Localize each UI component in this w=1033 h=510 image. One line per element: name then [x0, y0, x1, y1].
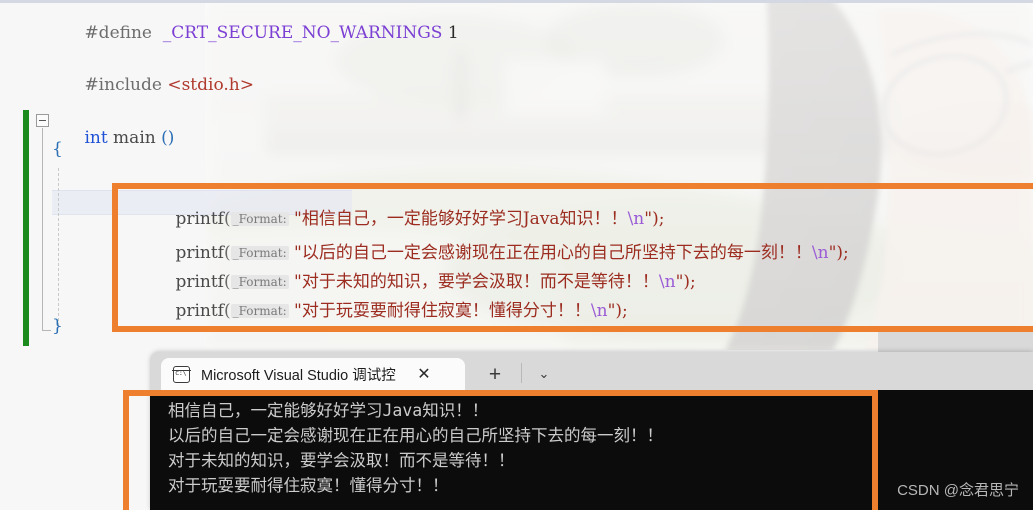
token-define-space — [152, 23, 163, 43]
printf-4-tail: "); — [607, 301, 628, 321]
printf-4-param-hint: _Format: — [230, 304, 289, 318]
printf-4-string: "对于玩耍要耐得住寂寞！懂得分寸！！ — [294, 301, 591, 321]
token-define-keyword: #define — [84, 23, 152, 43]
new-tab-icon[interactable]: + — [482, 361, 508, 387]
printf-1-string: "相信自己，一定能够好好学习Java知识！！ — [294, 209, 628, 229]
printf-4-escape: \n — [590, 301, 608, 321]
screenshot-root: #define _CRT_SECURE_NO_WARNINGS 1 #inclu… — [0, 0, 1033, 510]
console-tab-active[interactable]: Microsoft Visual Studio 调试控 ✕ — [161, 358, 465, 390]
code-line-close-brace: } — [52, 316, 63, 336]
token-macro-name: _CRT_SECURE_NO_WARNINGS — [162, 23, 443, 43]
code-line-main-signature: int main () — [52, 113, 174, 164]
console-tab-title: Microsoft Visual Studio 调试控 — [201, 367, 396, 384]
token-include-keyword: #include — [84, 75, 162, 95]
token-int-keyword: int — [84, 128, 108, 148]
tab-strip-separator — [521, 363, 522, 383]
printf-1-param-hint: _Format: — [230, 212, 289, 226]
printf-1-tail: "); — [644, 209, 665, 229]
code-line-printf-4: printf(_Format: "对于玩耍要耐得住寂寞！懂得分寸！！\n"); — [175, 301, 628, 321]
code-line-define: #define _CRT_SECURE_NO_WARNINGS 1 — [52, 8, 459, 59]
code-editor-text[interactable]: #define _CRT_SECURE_NO_WARNINGS 1 #inclu… — [0, 0, 1033, 350]
printf-4-callee: printf — [175, 301, 224, 321]
token-macro-value: 1 — [447, 23, 459, 43]
token-main-parens: () — [161, 128, 175, 148]
code-line-include: #include <stdio.h> — [52, 60, 254, 111]
close-icon[interactable]: ✕ — [413, 363, 435, 385]
console-output-area[interactable]: 相信自己，一定能够好好学习Java知识！！ 以后的自己一定会感谢现在正在用心的自… — [150, 390, 1033, 510]
console-output-line-3: 对于未知的知识，要学会汲取！而不是等待！！ — [168, 451, 515, 470]
console-output-line-4: 对于玩耍要耐得住寂寞！懂得分寸！！ — [168, 476, 449, 495]
printf-1-escape: \n — [627, 209, 645, 229]
csdn-watermark: CSDN @念君思宁 — [897, 482, 1019, 499]
token-main-name: main — [107, 128, 162, 148]
printf-3-escape: \n — [658, 272, 676, 292]
code-line-open-brace: { — [52, 139, 63, 159]
console-icon — [172, 365, 191, 383]
console-output-line-2: 以后的自己一定会感谢现在正在用心的自己所坚持下去的每一刻！！ — [168, 426, 663, 445]
chevron-down-icon[interactable]: ⌄ — [531, 361, 557, 387]
token-include-path: <stdio.h> — [167, 75, 254, 95]
desktop-strip — [878, 332, 1033, 354]
printf-1-callee: printf — [175, 209, 224, 229]
debug-console-window[interactable]: Microsoft Visual Studio 调试控 ✕ + ⌄ 相信自己，一… — [150, 352, 1033, 510]
printf-2-escape: \n — [811, 243, 829, 263]
printf-3-tail: "); — [675, 272, 696, 292]
console-tab-strip: Microsoft Visual Studio 调试控 ✕ + ⌄ — [150, 352, 1033, 390]
printf-2-tail: "); — [828, 243, 849, 263]
console-output-line-1: 相信自己，一定能够好好学习Java知识！！ — [168, 401, 489, 420]
